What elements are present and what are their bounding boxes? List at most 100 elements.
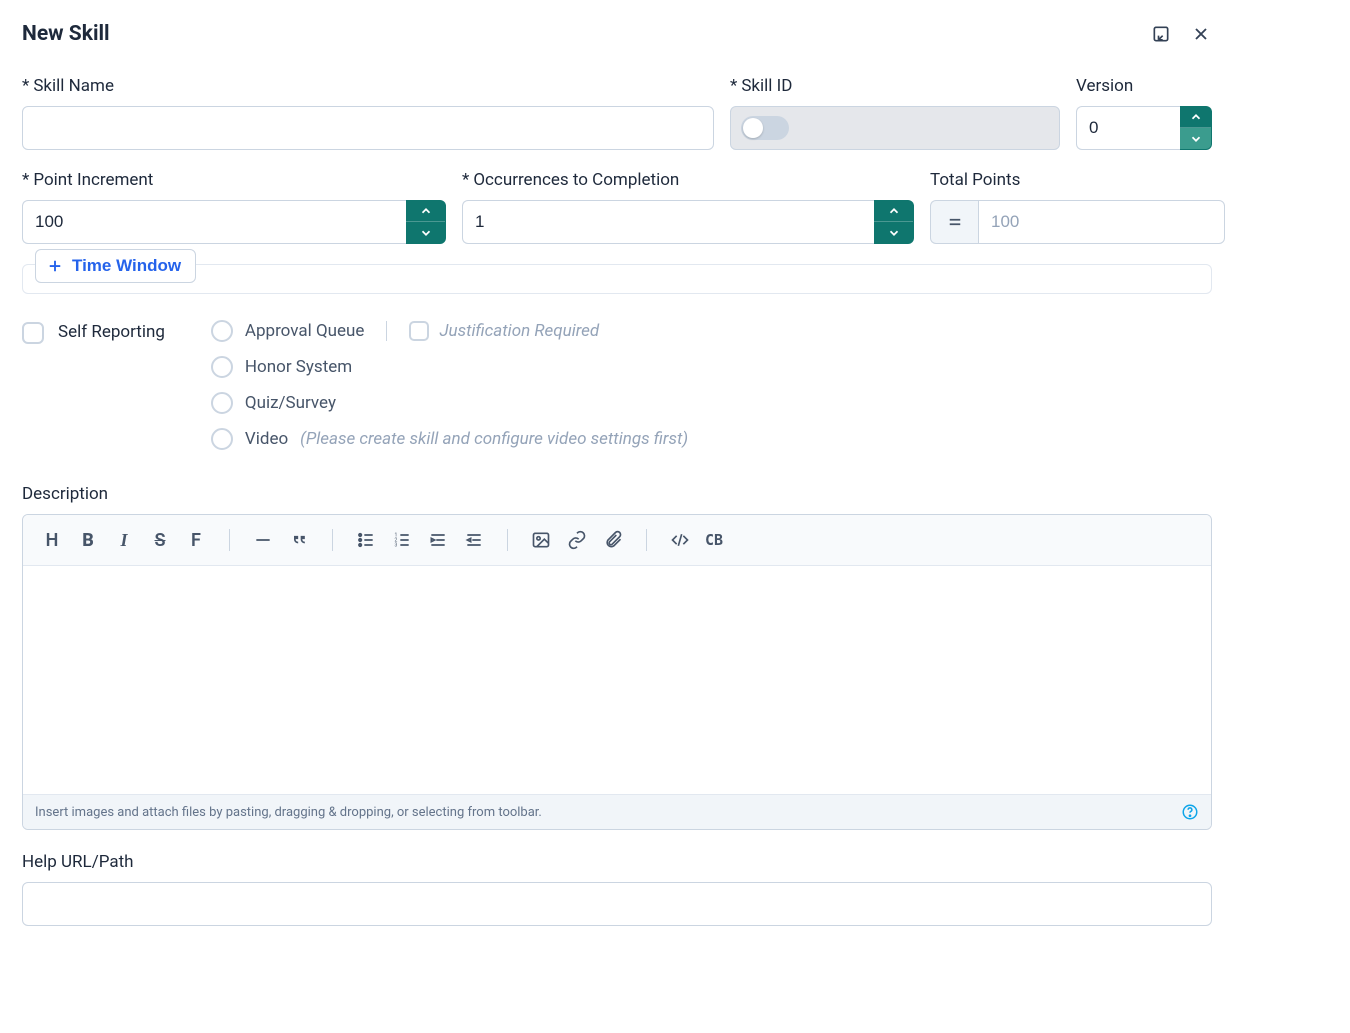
dialog-content: *Skill Name *Skill ID Version bbox=[0, 56, 1234, 926]
field-occurrences: *Occurrences to Completion bbox=[462, 170, 914, 244]
justification-required-label: Justification Required bbox=[439, 321, 599, 341]
point-increment-up-button[interactable] bbox=[406, 201, 445, 222]
close-icon[interactable] bbox=[1190, 23, 1212, 45]
field-skill-name: *Skill Name bbox=[22, 76, 714, 150]
description-textarea[interactable] bbox=[23, 566, 1211, 794]
row-points: *Point Increment *Occurrences to Complet… bbox=[22, 170, 1212, 244]
option-quiz-survey: Quiz/Survey bbox=[211, 392, 688, 414]
dialog-title: New Skill bbox=[22, 22, 110, 46]
approval-queue-radio[interactable] bbox=[211, 320, 233, 342]
quiz-survey-radio[interactable] bbox=[211, 392, 233, 414]
indent-button[interactable] bbox=[423, 525, 453, 555]
description-section: Description H B I S F bbox=[22, 484, 1212, 830]
time-window-label: Time Window bbox=[72, 256, 181, 276]
self-reporting-options: Approval Queue Justification Required Ho… bbox=[211, 320, 688, 450]
version-increment-button[interactable] bbox=[1180, 107, 1211, 128]
dialog-body-scroll[interactable]: *Skill Name *Skill ID Version bbox=[0, 56, 1234, 1016]
horizontal-rule-button[interactable] bbox=[248, 525, 278, 555]
self-reporting-section: Self Reporting Approval Queue Justificat… bbox=[22, 320, 1212, 450]
skill-id-lock-toggle[interactable] bbox=[741, 116, 789, 140]
help-url-section: Help URL/Path bbox=[22, 852, 1212, 926]
justification-required-group: Justification Required bbox=[409, 321, 599, 341]
video-hint: (Please create skill and configure video… bbox=[300, 429, 688, 449]
divider bbox=[386, 321, 387, 341]
video-label: Video bbox=[245, 429, 288, 449]
heading-button[interactable]: H bbox=[37, 525, 67, 555]
link-button[interactable] bbox=[562, 525, 592, 555]
option-honor-system: Honor System bbox=[211, 356, 688, 378]
header-actions bbox=[1150, 23, 1212, 45]
quiz-survey-label: Quiz/Survey bbox=[245, 393, 336, 413]
occurrences-input[interactable] bbox=[462, 200, 874, 244]
description-editor: H B I S F bbox=[22, 514, 1212, 830]
row-name-id-version: *Skill Name *Skill ID Version bbox=[22, 76, 1212, 150]
image-button[interactable] bbox=[526, 525, 556, 555]
time-window-bar: Time Window bbox=[22, 264, 1212, 294]
outdent-button[interactable] bbox=[459, 525, 489, 555]
skill-name-input[interactable] bbox=[22, 106, 714, 150]
occurrences-up-button[interactable] bbox=[874, 201, 913, 222]
point-increment-down-button[interactable] bbox=[406, 222, 445, 243]
help-url-label: Help URL/Path bbox=[22, 852, 1212, 872]
toolbar-separator bbox=[332, 529, 333, 551]
total-points-output bbox=[978, 200, 1225, 244]
label-total-points: Total Points bbox=[930, 170, 1225, 190]
field-total-points: Total Points bbox=[930, 170, 1225, 244]
strikethrough-button[interactable]: S bbox=[145, 525, 175, 555]
font-button[interactable]: F bbox=[181, 525, 211, 555]
bullet-list-button[interactable] bbox=[351, 525, 381, 555]
label-skill-name: *Skill Name bbox=[22, 76, 714, 96]
point-increment-spin-buttons bbox=[406, 200, 446, 244]
point-increment-input[interactable] bbox=[22, 200, 406, 244]
blockquote-button[interactable] bbox=[284, 525, 314, 555]
editor-footer: Insert images and attach files by pastin… bbox=[23, 794, 1211, 829]
label-version: Version bbox=[1076, 76, 1212, 96]
time-window-section: Time Window bbox=[22, 264, 1212, 294]
field-point-increment: *Point Increment bbox=[22, 170, 446, 244]
minimize-icon[interactable] bbox=[1150, 23, 1172, 45]
skill-id-input bbox=[799, 107, 1059, 149]
video-radio[interactable] bbox=[211, 428, 233, 450]
justification-required-checkbox[interactable] bbox=[409, 321, 429, 341]
occurrences-stepper bbox=[462, 200, 914, 244]
occurrences-spin-buttons bbox=[874, 200, 914, 244]
help-url-input[interactable] bbox=[22, 882, 1212, 926]
code-block-button[interactable]: CB bbox=[701, 525, 727, 555]
label-skill-id: *Skill ID bbox=[730, 76, 1060, 96]
editor-toolbar: H B I S F bbox=[23, 515, 1211, 566]
version-decrement-button[interactable] bbox=[1180, 128, 1211, 149]
version-spin-buttons bbox=[1180, 106, 1212, 150]
toolbar-separator bbox=[646, 529, 647, 551]
editor-help-icon[interactable] bbox=[1181, 803, 1199, 821]
toolbar-separator bbox=[507, 529, 508, 551]
ordered-list-button[interactable]: 123 bbox=[387, 525, 417, 555]
version-input[interactable] bbox=[1076, 106, 1180, 150]
equals-icon bbox=[930, 200, 978, 244]
version-stepper bbox=[1076, 106, 1212, 150]
italic-button[interactable]: I bbox=[109, 525, 139, 555]
dialog-header: New Skill bbox=[0, 0, 1234, 56]
plus-icon bbox=[46, 257, 64, 275]
label-point-increment: *Point Increment bbox=[22, 170, 446, 190]
editor-footer-hint: Insert images and attach files by pastin… bbox=[35, 805, 542, 820]
option-video: Video (Please create skill and configure… bbox=[211, 428, 688, 450]
self-reporting-toggle: Self Reporting bbox=[22, 320, 165, 450]
honor-system-label: Honor System bbox=[245, 357, 352, 377]
total-points-group bbox=[930, 200, 1225, 244]
occurrences-down-button[interactable] bbox=[874, 222, 913, 243]
honor-system-radio[interactable] bbox=[211, 356, 233, 378]
field-skill-id: *Skill ID bbox=[730, 76, 1060, 150]
approval-queue-label: Approval Queue bbox=[245, 321, 365, 341]
self-reporting-checkbox[interactable] bbox=[22, 322, 44, 344]
inline-code-button[interactable] bbox=[665, 525, 695, 555]
self-reporting-label: Self Reporting bbox=[58, 322, 165, 342]
new-skill-dialog: New Skill *Skill Name bbox=[0, 0, 1234, 1016]
field-version: Version bbox=[1076, 76, 1212, 150]
bold-button[interactable]: B bbox=[73, 525, 103, 555]
attachment-button[interactable] bbox=[598, 525, 628, 555]
label-occurrences: *Occurrences to Completion bbox=[462, 170, 914, 190]
svg-text:3: 3 bbox=[395, 543, 398, 549]
point-increment-stepper bbox=[22, 200, 446, 244]
add-time-window-button[interactable]: Time Window bbox=[35, 249, 196, 283]
description-label: Description bbox=[22, 484, 1212, 504]
